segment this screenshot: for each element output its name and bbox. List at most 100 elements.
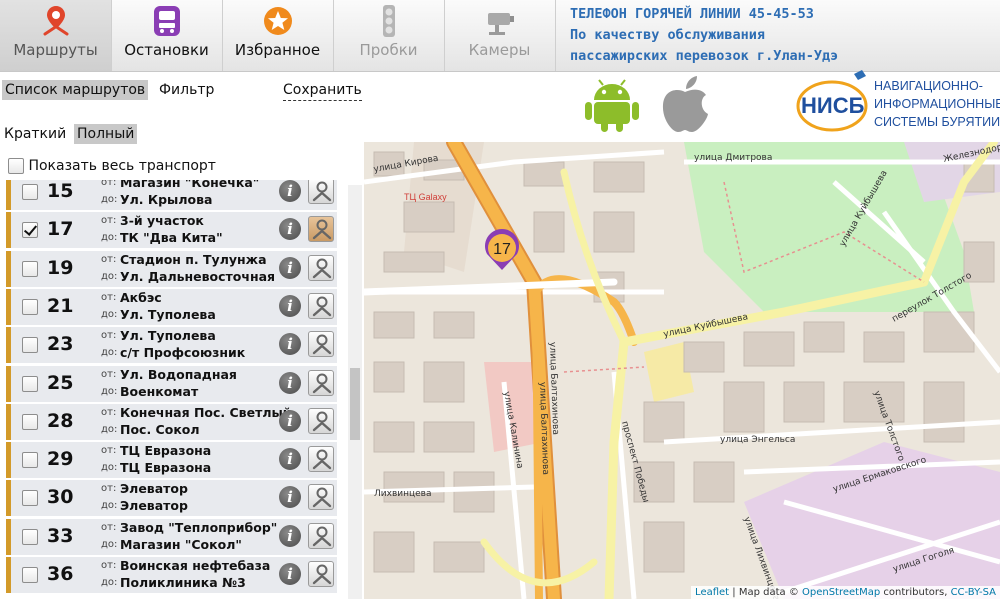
route-row[interactable]: 15 от: до: Магазин "Конечка" Ул. Крылова…: [6, 180, 337, 210]
route-row[interactable]: 19 от: до: Стадион п. Тулунжа Ул. Дальне…: [6, 250, 337, 287]
to-prefix: до:: [101, 423, 118, 435]
route-row[interactable]: 23 от: до: Ул. Туполева с/т Профсоюзник …: [6, 327, 337, 364]
route-row[interactable]: 17 от: до: 3-й участок ТК "Два Кита" i: [6, 212, 337, 249]
logo-line-2: ИНФОРМАЦИОННЫЕ: [874, 97, 1000, 111]
route-checkbox[interactable]: [22, 528, 38, 545]
nav-cameras[interactable]: Камеры: [444, 0, 556, 71]
view-short[interactable]: Краткий: [1, 124, 69, 144]
route-checkbox[interactable]: [22, 567, 38, 583]
android-icon[interactable]: [582, 74, 642, 134]
route-from: Завод "Теплоприбор": [120, 519, 278, 535]
info-icon[interactable]: i: [279, 563, 301, 585]
to-prefix: до:: [101, 308, 118, 320]
route-checkbox[interactable]: [22, 260, 38, 277]
show-all-label: Показать весь транспорт: [28, 158, 216, 174]
route-row[interactable]: 25 от: до: Ул. Водопадная Военкомат i: [6, 365, 337, 402]
license-link[interactable]: CC-BY-SA: [951, 587, 996, 598]
nav-favorites[interactable]: Избранное: [222, 0, 334, 71]
nav-stops[interactable]: Остановки: [111, 0, 223, 71]
view-full[interactable]: Полный: [74, 124, 138, 144]
nisb-logo: НИСБ НАВИГАЦИОННО- ИНФОРМАЦИОННЫЕ СИСТЕМ…: [796, 70, 1000, 132]
show-on-map-button[interactable]: [308, 331, 334, 358]
save-link[interactable]: Сохранить: [283, 80, 362, 101]
show-on-map-button[interactable]: [308, 180, 334, 204]
apple-icon[interactable]: [656, 74, 714, 134]
tab-filter[interactable]: Фильтр: [156, 80, 217, 100]
info-icon[interactable]: i: [279, 409, 301, 432]
info-icon[interactable]: i: [279, 448, 301, 471]
to-prefix: до:: [101, 232, 118, 244]
from-prefix: от:: [101, 330, 117, 342]
from-prefix: от:: [101, 368, 117, 380]
route-row[interactable]: 33 от: до: Завод "Теплоприбор" Магазин "…: [6, 518, 337, 555]
nav-traffic[interactable]: Пробки: [333, 0, 445, 71]
to-prefix: до:: [101, 194, 118, 205]
camera-icon: [488, 13, 514, 35]
route-row[interactable]: 30 от: до: Элеватор Элеватор i: [6, 480, 337, 517]
route-row[interactable]: 21 от: до: Акбэс Ул. Туполева i: [6, 288, 337, 325]
show-on-map-button[interactable]: [308, 254, 334, 281]
show-on-map-button[interactable]: [308, 561, 334, 587]
info-icon[interactable]: i: [279, 218, 301, 241]
route-number: 17: [47, 218, 74, 241]
logo-line-3: СИСТЕМЫ БУРЯТИИ: [874, 115, 1000, 129]
map[interactable]: улица Кирова улица Дмитрова улица Куйбыш…: [364, 142, 1000, 599]
show-on-map-button[interactable]: [308, 369, 334, 396]
bus-stop-icon: [154, 6, 180, 36]
show-on-map-button[interactable]: [308, 292, 334, 319]
to-prefix: до:: [101, 577, 118, 588]
route-checkbox[interactable]: [22, 375, 38, 392]
to-prefix: до:: [101, 270, 118, 282]
route-to: Пос. Сокол: [120, 421, 200, 437]
route-from: Воинская нефтебаза: [120, 558, 271, 573]
show-all-checkbox[interactable]: [8, 158, 24, 174]
route-row[interactable]: 36 от: до: Воинская нефтебаза Поликлиник…: [6, 557, 337, 593]
from-prefix: от:: [101, 406, 117, 418]
show-on-map-button[interactable]: [308, 446, 334, 473]
to-prefix: до:: [101, 385, 118, 397]
route-number: 33: [47, 524, 74, 547]
route-from: Акбэс: [120, 289, 162, 305]
route-pin-icon: [312, 526, 332, 546]
map-attribution: Leaflet | Map data © OpenStreetMap contr…: [691, 586, 1000, 599]
leaflet-link[interactable]: Leaflet: [695, 587, 729, 598]
show-on-map-button[interactable]: [308, 216, 334, 243]
route-from: Элеватор: [120, 481, 188, 497]
route-to: ТЦ Евразона: [120, 460, 212, 476]
show-on-map-button[interactable]: [308, 522, 334, 549]
map-canvas[interactable]: улица Кирова улица Дмитрова улица Куйбыш…: [364, 142, 1000, 599]
osm-link[interactable]: OpenStreetMap: [802, 587, 880, 598]
show-on-map-button[interactable]: [308, 484, 334, 511]
nav-routes[interactable]: Маршруты: [0, 0, 112, 71]
route-checkbox[interactable]: [22, 298, 38, 315]
scrollbar-thumb[interactable]: [350, 368, 360, 440]
route-number: 19: [47, 256, 74, 279]
info-icon[interactable]: i: [279, 486, 301, 509]
route-checkbox[interactable]: [22, 184, 38, 200]
route-checkbox[interactable]: [22, 337, 38, 354]
route-from: Ул. Туполева: [120, 328, 216, 344]
tab-route-list[interactable]: Список маршрутов: [2, 80, 149, 100]
route-to: Ул. Туполева: [120, 306, 216, 322]
map-label-likhvintseva-2: Лихвинцева: [374, 489, 431, 499]
route-checkbox[interactable]: [22, 490, 38, 507]
route-to: Магазин "Сокол": [120, 536, 242, 552]
info-icon[interactable]: i: [279, 524, 301, 547]
route-checkbox[interactable]: [22, 222, 38, 239]
route-row[interactable]: 29 от: до: ТЦ Евразона ТЦ Евразона i: [6, 442, 337, 479]
hotline-subtitle-1: По качеству обслуживания: [570, 27, 766, 43]
info-icon[interactable]: i: [279, 333, 301, 356]
nav-favorites-label: Избранное: [234, 41, 321, 59]
to-prefix: до:: [101, 500, 118, 512]
info-icon[interactable]: i: [279, 371, 301, 394]
show-all-transport[interactable]: Показать весь транспорт: [8, 158, 216, 174]
route-checkbox[interactable]: [22, 452, 38, 469]
info-icon[interactable]: i: [279, 294, 301, 317]
info-icon[interactable]: i: [279, 180, 301, 202]
info-icon[interactable]: i: [279, 256, 301, 279]
route-list: 15 от: до: Магазин "Конечка" Ул. Крылова…: [6, 180, 337, 599]
route-checkbox[interactable]: [22, 413, 38, 430]
show-on-map-button[interactable]: [308, 407, 334, 434]
from-prefix: от:: [101, 215, 117, 227]
route-row[interactable]: 28 от: до: Конечная Пос. Светлый Пос. Со…: [6, 403, 337, 440]
